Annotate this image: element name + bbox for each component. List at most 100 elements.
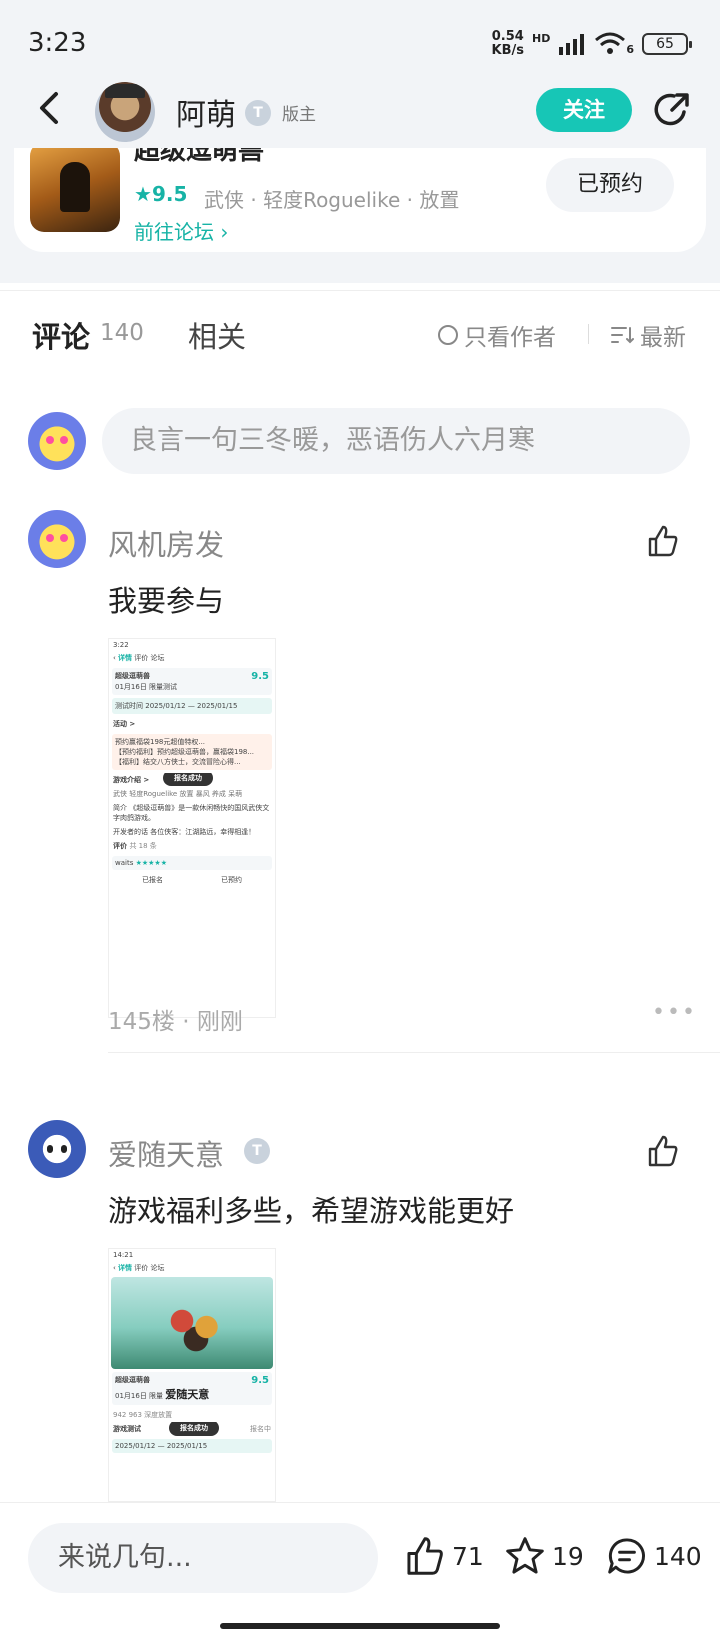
shot-score: 9.5: [251, 671, 269, 682]
comment-button[interactable]: 140: [606, 1535, 702, 1577]
game-card-wrapper: 超级逗萌兽 ★9.5 武侠 · 轻度Roguelike · 放置 前往论坛 › …: [0, 148, 720, 283]
game-icon[interactable]: [30, 148, 120, 232]
reserved-button[interactable]: 已预约: [546, 158, 674, 212]
shot-activity-item: 【预约福利】预约超级逗萌兽，赢福袋198...: [115, 748, 255, 756]
sort-label: 最新: [640, 325, 686, 351]
shot-nav-title: 详情: [118, 1264, 133, 1272]
like-button[interactable]: 71: [404, 1535, 484, 1577]
author-avatar[interactable]: [95, 82, 155, 142]
shot-game-info: 超级逗萌兽 9.5 01月16日 限量 爱随天意: [112, 1372, 272, 1405]
follow-button[interactable]: 关注: [536, 88, 632, 132]
favorite-count: 19: [552, 1541, 584, 1571]
reply-input[interactable]: 来说几句...: [28, 1523, 378, 1593]
game-card[interactable]: 超级逗萌兽 ★9.5 武侠 · 轻度Roguelike · 放置 前往论坛 › …: [14, 148, 706, 252]
shot-section: 游戏测试: [113, 1425, 141, 1433]
comment-username[interactable]: 风机房发: [108, 522, 224, 564]
shot-review: waits ★★★★★: [112, 856, 272, 870]
shot-game-name: 超级逗萌兽: [115, 672, 150, 680]
comment-count: 140: [654, 1541, 702, 1571]
shot-toast: 报名成功: [169, 1422, 219, 1436]
sort-icon: [611, 327, 634, 344]
status-icons: 0.54 KB/s HD 6 65: [491, 29, 692, 58]
shot-banner-image: [111, 1277, 273, 1369]
home-indicator: [220, 1623, 500, 1629]
shot-dates: 2025/01/12 — 2025/01/15: [112, 1439, 272, 1453]
author-name[interactable]: 阿萌: [176, 90, 236, 134]
comment-text: 游戏福利多些，希望游戏能更好: [108, 1194, 515, 1228]
shot-game-name: 超级逗萌兽: [115, 1376, 150, 1384]
comment-time: 刚刚: [196, 1009, 243, 1035]
status-bar: 3:23 0.54 KB/s HD 6 65: [0, 0, 720, 80]
forum-link-label: 前往论坛: [134, 220, 214, 244]
shot-tags: 武侠 轻度Roguelike 放置 暴风 养成 呆萌: [113, 790, 243, 798]
comment-meta: 145楼 · 刚刚: [108, 1009, 243, 1035]
tab-related[interactable]: 相关: [188, 314, 246, 356]
shot-stars-icon: ★★★★★: [135, 859, 167, 867]
wifi-label: 6: [626, 42, 634, 56]
shot-date-from: 2025/01/12: [115, 1442, 156, 1450]
avatar[interactable]: [28, 510, 86, 568]
shot-activity-item: 预约赢福袋198元超值特权...: [115, 738, 206, 746]
shot-nav-tab: 论坛: [150, 654, 165, 662]
shot-review-header: 评价 共 18 条: [109, 839, 275, 853]
shot-section-row: 游戏测试 报名成功 报名中: [109, 1422, 275, 1436]
comment-divider: [108, 1052, 720, 1053]
chevron-right-icon: ›: [220, 220, 229, 244]
sort-button[interactable]: 最新: [610, 318, 686, 352]
shot-btn: 已报名: [142, 876, 163, 884]
author-role: 版主: [282, 105, 316, 125]
share-button[interactable]: [652, 90, 692, 130]
shot-score: 9.5: [251, 1375, 269, 1386]
shot-date-to: 2025/01/15: [197, 702, 238, 710]
thumbs-up-icon[interactable]: [646, 1134, 680, 1168]
comment-floor: 145楼: [108, 1009, 175, 1035]
shot-review-label: 评价: [113, 842, 127, 850]
shot-test-label: 测试时间: [115, 702, 143, 710]
post-header: 阿萌 T 版主 关注: [0, 80, 720, 148]
only-author-toggle[interactable]: 只看作者: [438, 318, 556, 352]
self-avatar[interactable]: [28, 412, 86, 470]
comment-item: 风机房发 我要参与 3:22 ‹ 详情 评价 论坛 超级逗萌兽 9.5 01月1…: [0, 510, 720, 1110]
bottom-bar: 来说几句... 71 19 140: [0, 1502, 720, 1640]
avatar[interactable]: [28, 1120, 86, 1178]
comment-image[interactable]: 3:22 ‹ 详情 评价 论坛 超级逗萌兽 9.5 01月16日 限量测试 测试…: [108, 638, 276, 1018]
level-badge: T: [244, 1138, 270, 1164]
comments-count: 140: [100, 320, 144, 346]
thumbs-up-icon: [407, 1537, 443, 1575]
game-tags: 武侠 · 轻度Roguelike · 放置: [204, 188, 460, 212]
shot-nav-title: 详情: [118, 654, 133, 662]
shot-toast: 报名成功: [163, 773, 213, 786]
shot-status: 14:21: [113, 1251, 134, 1259]
comment-username[interactable]: 爱随天意: [108, 1132, 224, 1174]
comment-input[interactable]: 良言一句三冬暖，恶语伤人六月寒: [102, 408, 690, 474]
comment-box-row: 良言一句三冬暖，恶语伤人六月寒: [0, 408, 720, 478]
thumbs-up-icon[interactable]: [646, 524, 680, 558]
comment-item: 爱随天意 T 游戏福利多些，希望游戏能更好 14:21 ‹ 详情 评价 论坛 超…: [0, 1120, 720, 1502]
shot-nav: ‹ 详情 评价 论坛: [109, 651, 275, 665]
shot-overlay-name: 爱随天意: [165, 1388, 210, 1401]
shot-nav-tab: 评价: [134, 1264, 149, 1272]
network-speed-unit: KB/s: [491, 43, 524, 58]
circle-icon: [438, 325, 458, 345]
comment-text: 我要参与: [108, 584, 225, 618]
game-title[interactable]: 超级逗萌兽: [134, 148, 264, 167]
shot-date-to: 2025/01/15: [166, 1442, 208, 1450]
comment-image[interactable]: 14:21 ‹ 详情 评价 论坛 超级逗萌兽 9.5 01月16日 限量 爱随天…: [108, 1248, 276, 1502]
tab-comments[interactable]: 评论: [32, 314, 90, 356]
shot-intro-text: 简介 《超级逗萌兽》是一款休闲畅快的国风武侠文字肉鸽游戏。: [113, 804, 270, 822]
shot-game-sub: 01月16日 限量: [115, 1392, 164, 1400]
forum-link[interactable]: 前往论坛 ›: [134, 216, 228, 245]
more-icon[interactable]: •••: [652, 1000, 697, 1025]
network-speed-value: 0.54: [491, 29, 524, 44]
shot-game-sub: 01月16日 限量测试: [115, 683, 178, 691]
shot-activity-list: 预约赢福袋198元超值特权... 【预约福利】预约超级逗萌兽，赢福袋198...…: [112, 734, 272, 770]
shot-btn: 已预约: [221, 876, 242, 884]
favorite-button[interactable]: 19: [504, 1535, 584, 1577]
back-button[interactable]: [34, 88, 74, 136]
shot-intro: 游戏介绍 >: [113, 776, 150, 784]
share-icon: [654, 93, 689, 126]
only-author-label: 只看作者: [464, 325, 556, 351]
game-rating-value: 9.5: [151, 182, 188, 206]
shot-reviewer: waits: [115, 859, 134, 867]
comment-tabs: 评论 140 相关 只看作者 最新: [0, 314, 720, 364]
